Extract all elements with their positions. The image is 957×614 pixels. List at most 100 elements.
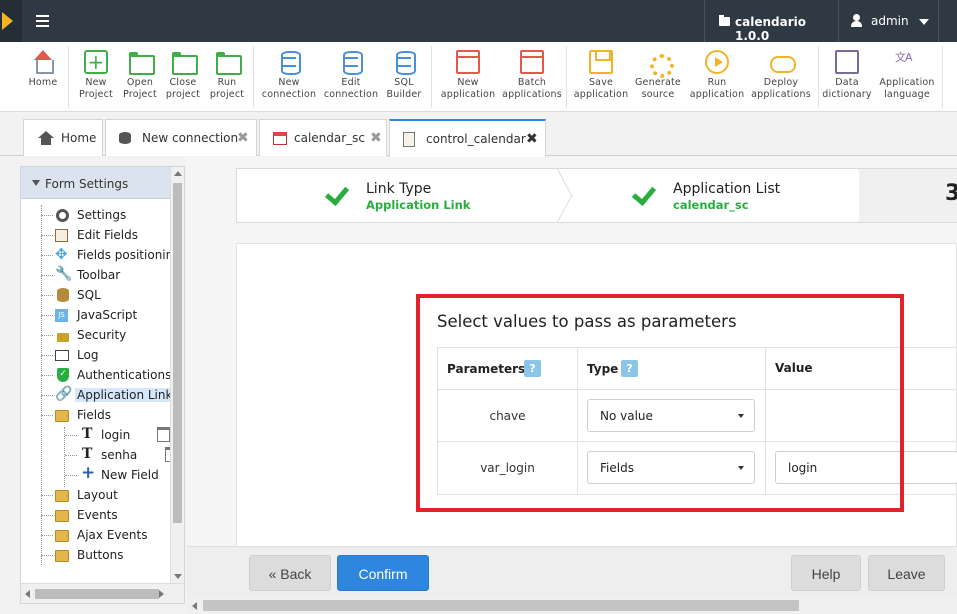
scroll-down-icon[interactable] — [174, 574, 182, 579]
caret-down-icon — [919, 19, 929, 25]
form-icon — [403, 132, 415, 147]
home-icon — [31, 50, 55, 74]
wizard-divider — [544, 169, 558, 222]
tab-control-calendar[interactable]: control_calendar ✖ — [389, 119, 546, 157]
save-icon — [589, 50, 613, 74]
toolbar-edit-connection-button[interactable]: Edit connection — [322, 42, 380, 112]
scroll-up-icon[interactable] — [174, 171, 182, 176]
toolbar-deploy-applications-button[interactable]: Deploy applications — [749, 42, 813, 112]
toolbar-run-project-button[interactable]: Run project — [206, 42, 248, 112]
check-icon — [324, 181, 348, 205]
confirm-button[interactable]: Confirm — [337, 555, 429, 591]
toolbar-save-application-button[interactable]: Save application — [572, 42, 630, 112]
collapse-triangle-icon — [32, 180, 40, 186]
edit-connection-icon — [339, 50, 363, 75]
folder-icon — [55, 510, 69, 522]
hamburger-menu-icon[interactable] — [28, 6, 58, 36]
close-tab-icon[interactable]: ✖ — [526, 131, 538, 147]
toolbar-application-language-button[interactable]: Application language — [876, 42, 938, 112]
tab-calendar-sc[interactable]: calendar_sc ✖ — [259, 119, 387, 156]
javascript-icon: JS — [55, 309, 68, 322]
wizard-steps: Link Type Application Link Application L… — [236, 168, 957, 223]
toolbar-generate-source-button[interactable]: Generate source — [633, 42, 683, 112]
wizard-step-application-list[interactable]: Application List calendar_sc — [631, 169, 851, 222]
scroll-thumb[interactable] — [203, 600, 799, 611]
sidebar-horizontal-scrollbar[interactable] — [21, 583, 184, 603]
folder-icon — [55, 410, 69, 422]
toolbar-data-dictionary-button[interactable]: Data dictionary — [822, 42, 872, 112]
footer-bar: « Back Confirm Help Leave — [187, 546, 957, 598]
leave-button[interactable]: Leave — [868, 555, 945, 591]
lock-icon — [57, 333, 69, 342]
project-name: calendario 1.0.0 — [735, 15, 806, 43]
move-icon: ✥ — [55, 245, 68, 263]
trash-icon[interactable] — [157, 427, 170, 442]
toolbar-new-project-button[interactable]: New Project — [76, 42, 116, 112]
scroll-thumb[interactable] — [173, 183, 182, 523]
text-t-icon: T — [82, 446, 93, 462]
text-t-icon: T — [82, 426, 93, 442]
main-content: Link Type Application Link Application L… — [187, 157, 957, 602]
new-project-icon — [84, 50, 108, 74]
tab-home[interactable]: Home — [23, 119, 103, 156]
close-tab-icon[interactable]: ✖ — [237, 130, 249, 146]
open-folder-icon — [128, 50, 155, 75]
main-toolbar: Home New Project Open Project Close proj… — [0, 42, 957, 112]
play-icon — [705, 50, 729, 74]
scroll-left-icon[interactable] — [192, 602, 197, 610]
toolbar-open-project-button[interactable]: Open Project — [120, 42, 160, 112]
toolbar-new-connection-button[interactable]: New connection — [261, 42, 317, 112]
logo — [0, 0, 22, 42]
database-icon — [57, 288, 69, 302]
scroll-left-icon[interactable] — [25, 590, 30, 598]
new-application-icon — [456, 50, 480, 74]
scroll-thumb[interactable] — [35, 589, 159, 599]
main-horizontal-scrollbar[interactable] — [187, 598, 957, 614]
batch-applications-icon — [520, 50, 544, 74]
plus-icon: + — [81, 463, 96, 483]
logo-chevron-icon — [2, 12, 13, 30]
calendar-icon — [273, 132, 287, 145]
run-project-icon — [215, 50, 242, 75]
project-menu[interactable]: calendario 1.0.0 — [704, 0, 838, 43]
gear-icon — [646, 50, 674, 78]
user-icon — [851, 14, 862, 27]
wizard-step-3[interactable]: 3 — [859, 169, 957, 222]
top-bar-extra — [938, 0, 957, 42]
toolbar-home-button[interactable]: Home — [24, 42, 62, 112]
tab-new-connection[interactable]: New connection ✖ — [105, 119, 257, 156]
wizard-divider — [845, 169, 859, 222]
book-icon — [835, 50, 859, 74]
toolbar-new-application-button[interactable]: New application — [438, 42, 498, 112]
panel-header[interactable]: Form Settings — [21, 167, 170, 199]
settings-tree: Settings Edit Fields ✥ Fields positionin… — [21, 199, 170, 583]
app-window: calendario 1.0.0 admin Home New Project … — [0, 0, 957, 614]
scroll-right-icon[interactable] — [159, 590, 164, 598]
top-bar: calendario 1.0.0 admin — [0, 0, 957, 43]
gear-icon — [56, 209, 69, 222]
toolbar-run-application-button[interactable]: Run application — [687, 42, 747, 112]
folder-icon — [719, 15, 730, 26]
close-folder-icon — [171, 50, 198, 75]
check-icon — [631, 181, 655, 205]
form-settings-panel: Form Settings Settings Edit Fields ✥ Fie… — [20, 166, 185, 604]
toolbar-batch-applications-button[interactable]: Batch applications — [501, 42, 563, 112]
wizard-step-link-type[interactable]: Link Type Application Link — [324, 169, 544, 222]
close-tab-icon[interactable]: ✖ — [370, 130, 382, 146]
user-menu[interactable]: admin — [838, 0, 938, 42]
folder-icon — [55, 490, 69, 502]
language-icon — [895, 50, 919, 74]
toolbar-sql-builder-button[interactable]: SQL Builder — [383, 42, 425, 112]
database-icon — [119, 132, 131, 144]
folder-icon — [55, 550, 69, 562]
user-name: admin — [871, 14, 909, 28]
toolbar-close-project-button[interactable]: Close project — [163, 42, 203, 112]
sidebar-vertical-scrollbar[interactable] — [170, 167, 184, 583]
back-button[interactable]: « Back — [249, 555, 331, 591]
highlight-box — [416, 294, 904, 512]
folder-icon — [55, 530, 69, 542]
sql-builder-icon — [392, 50, 416, 75]
help-button[interactable]: Help — [791, 555, 861, 591]
wrench-icon: 🔧 — [55, 266, 73, 282]
link-icon: 🔗 — [55, 386, 73, 402]
